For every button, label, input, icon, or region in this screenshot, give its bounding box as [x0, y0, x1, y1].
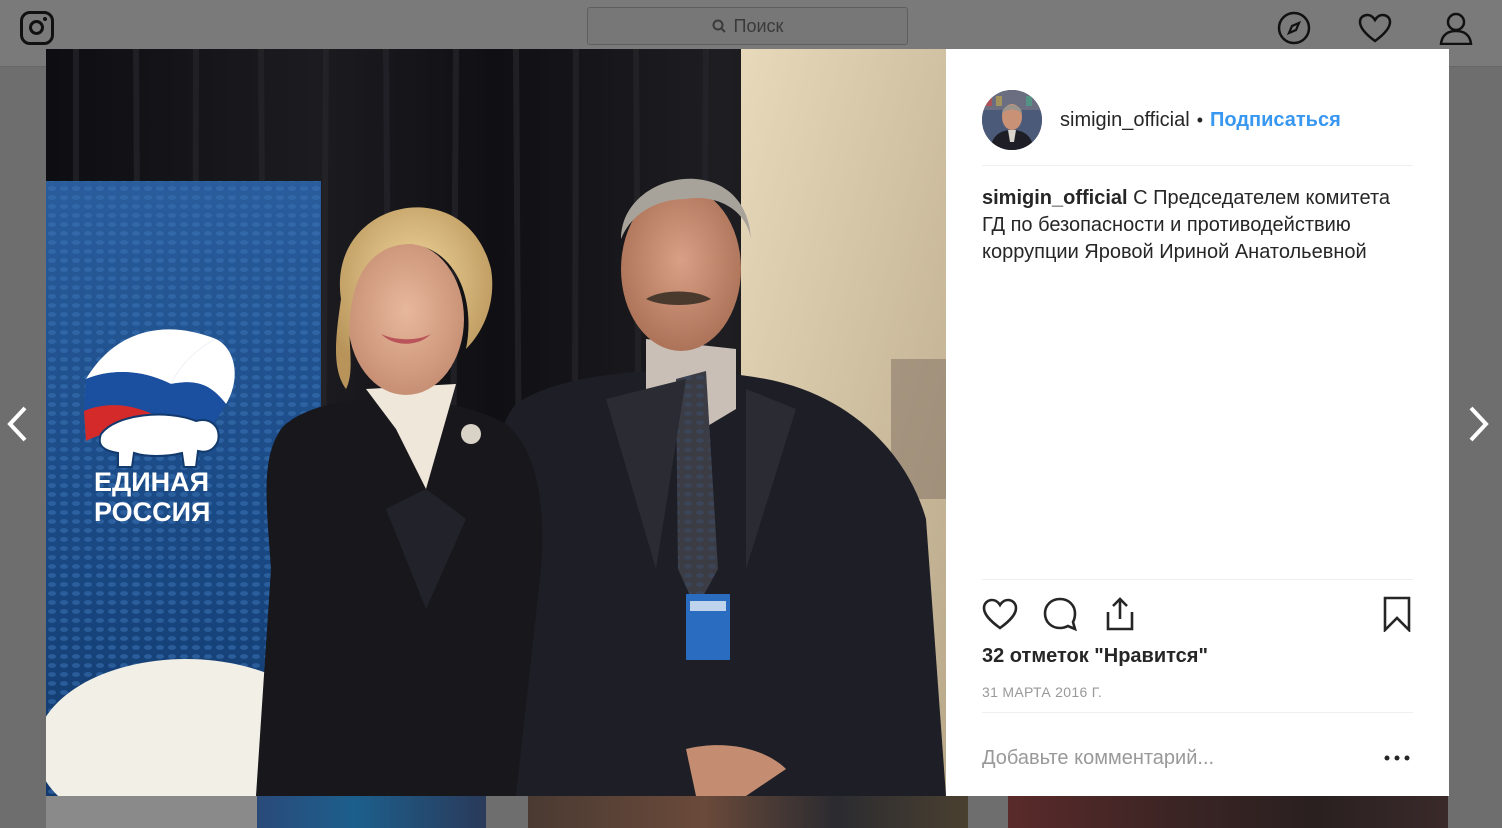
comment-bubble-icon[interactable]	[1040, 594, 1080, 634]
search-icon	[712, 19, 726, 33]
share-upload-icon[interactable]	[1100, 594, 1140, 634]
activity-heart-icon[interactable]	[1357, 10, 1393, 46]
post-caption: simigin_official С Председателем комитет…	[982, 185, 1413, 266]
comment-area	[982, 712, 1413, 796]
banner-text-line2: РОССИЯ	[94, 497, 210, 527]
caption-username[interactable]: simigin_official	[982, 187, 1128, 209]
save-bookmark-icon[interactable]	[1377, 594, 1417, 634]
banner-text-line1: ЕДИНАЯ	[94, 467, 209, 497]
likes-count[interactable]: 32 отметок "Нравится"	[982, 645, 1208, 668]
more-options-icon[interactable]	[1381, 743, 1413, 773]
post-photo[interactable]: ЕДИНАЯ РОССИЯ	[46, 49, 946, 796]
post-actions	[982, 579, 1413, 632]
post-header: simigin_official • Подписаться	[982, 75, 1413, 166]
like-heart-icon[interactable]	[980, 594, 1020, 634]
separator-dot: •	[1196, 109, 1203, 130]
instagram-logo-icon[interactable]	[20, 11, 54, 45]
background-thumbnail[interactable]	[1008, 796, 1448, 828]
comment-input[interactable]	[982, 743, 1362, 773]
next-arrow-icon[interactable]	[1464, 404, 1494, 444]
background-thumbnail[interactable]	[46, 796, 486, 828]
post-modal: ЕДИНАЯ РОССИЯ simigin_official • Подписа…	[46, 49, 1449, 796]
explore-compass-icon[interactable]	[1276, 10, 1312, 46]
avatar[interactable]	[982, 90, 1042, 150]
profile-user-icon[interactable]	[1438, 10, 1474, 46]
background-thumbnail[interactable]	[528, 796, 968, 828]
follow-button[interactable]: Подписаться	[1210, 109, 1341, 132]
search-box[interactable]: Поиск	[587, 7, 908, 45]
post-sidebar: simigin_official • Подписаться simigin_o…	[946, 49, 1449, 796]
post-date: 31 МАРТА 2016 Г.	[982, 684, 1103, 700]
previous-arrow-icon[interactable]	[2, 404, 32, 444]
search-placeholder: Поиск	[733, 15, 784, 36]
post-author-username[interactable]: simigin_official	[1060, 109, 1190, 132]
